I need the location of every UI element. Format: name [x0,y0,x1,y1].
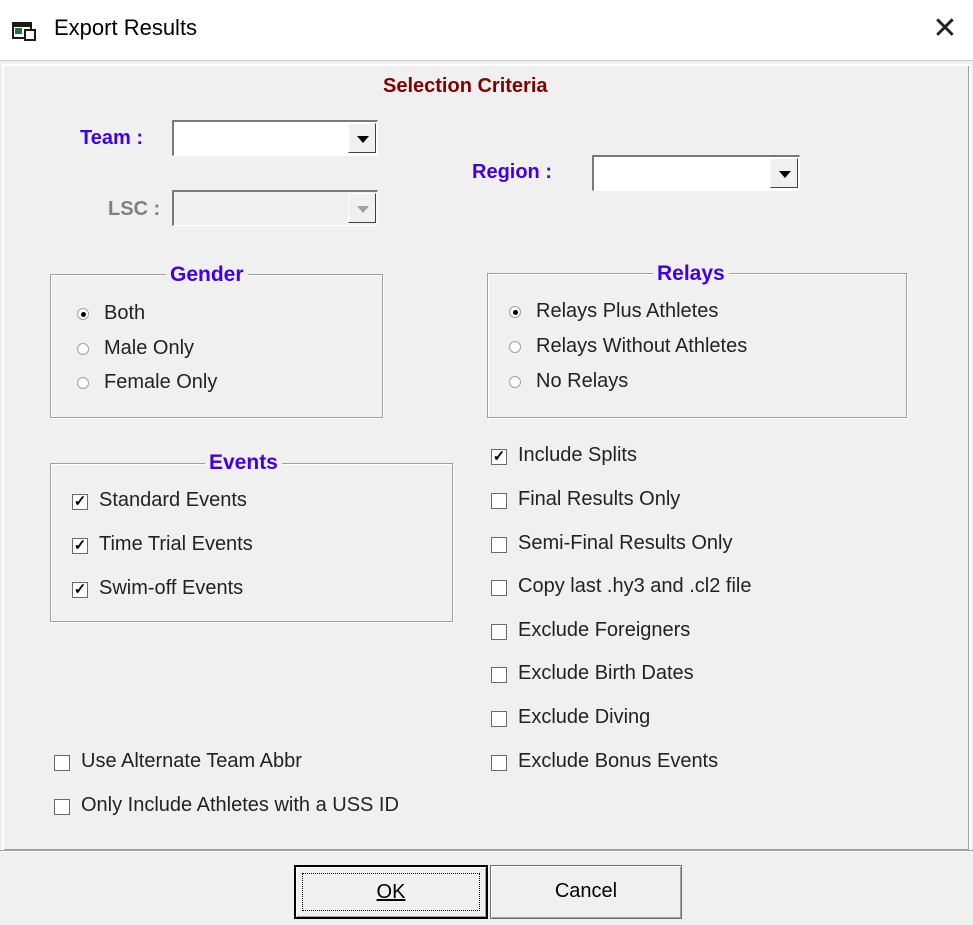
close-icon[interactable]: ✕ [928,12,962,46]
relays-without-athletes-label[interactable]: Relays Without Athletes [536,335,747,358]
exclude-bonus-events-checkbox[interactable] [491,755,507,771]
events-group-title: Events [205,451,282,475]
ok-button[interactable]: OK [294,865,488,919]
swim-off-events-checkbox[interactable]: ✓ [72,582,88,598]
exclude-birth-dates-checkbox[interactable] [491,667,507,683]
region-label: Region : [472,161,552,183]
swim-off-events-label[interactable]: Swim-off Events [99,577,243,600]
standard-events-label[interactable]: Standard Events [99,489,247,512]
exclude-foreigners-label[interactable]: Exclude Foreigners [518,619,690,642]
team-label: Team : [80,127,143,149]
include-splits-checkbox[interactable]: ✓ [491,449,507,465]
exclude-foreigners-checkbox[interactable] [491,624,507,640]
only-uss-id-label[interactable]: Only Include Athletes with a USS ID [81,794,399,817]
exclude-diving-checkbox[interactable] [491,711,507,727]
no-relays-radio[interactable] [509,376,521,388]
lsc-label: LSC : [108,198,161,220]
region-dropdown[interactable] [592,155,800,191]
gender-both-label[interactable]: Both [104,302,145,325]
copy-last-files-checkbox[interactable] [491,580,507,596]
gender-group [50,274,383,418]
no-relays-label[interactable]: No Relays [536,370,628,393]
time-trial-events-label[interactable]: Time Trial Events [99,533,253,556]
final-results-only-checkbox[interactable] [491,493,507,509]
window-title: Export Results [54,15,198,40]
chevron-down-icon [348,193,376,223]
cancel-button[interactable]: Cancel [490,865,682,919]
gender-both-radio[interactable] [77,308,89,320]
copy-last-files-label[interactable]: Copy last .hy3 and .cl2 file [518,575,751,598]
relays-group-title: Relays [653,262,729,286]
gender-male-radio[interactable] [77,343,89,355]
exclude-diving-label[interactable]: Exclude Diving [518,706,650,729]
final-results-only-label[interactable]: Final Results Only [518,488,680,511]
gender-group-title: Gender [166,263,248,287]
gender-female-label[interactable]: Female Only [104,371,217,394]
semi-final-results-only-label[interactable]: Semi-Final Results Only [518,532,733,555]
cancel-button-label: Cancel [554,880,618,902]
use-alternate-team-abbr-checkbox[interactable] [54,755,70,771]
app-icon [12,22,36,41]
chevron-down-icon[interactable] [770,158,798,188]
standard-events-checkbox[interactable]: ✓ [72,494,88,510]
selection-criteria-heading: Selection Criteria [383,75,548,97]
team-dropdown[interactable] [172,120,378,156]
focus-rectangle [302,873,480,911]
gender-male-label[interactable]: Male Only [104,337,194,360]
exclude-bonus-events-label[interactable]: Exclude Bonus Events [518,750,718,773]
gender-female-radio[interactable] [77,377,89,389]
title-bar: Export Results ✕ [0,0,973,61]
relays-plus-athletes-radio[interactable] [509,306,521,318]
use-alternate-team-abbr-label[interactable]: Use Alternate Team Abbr [81,750,302,773]
relays-plus-athletes-label[interactable]: Relays Plus Athletes [536,300,718,323]
exclude-birth-dates-label[interactable]: Exclude Birth Dates [518,662,694,685]
chevron-down-icon[interactable] [348,123,376,153]
relays-without-athletes-radio[interactable] [509,341,521,353]
time-trial-events-checkbox[interactable]: ✓ [72,538,88,554]
only-uss-id-checkbox[interactable] [54,799,70,815]
semi-final-results-only-checkbox[interactable] [491,537,507,553]
include-splits-label[interactable]: Include Splits [518,444,637,467]
lsc-dropdown [172,190,378,226]
